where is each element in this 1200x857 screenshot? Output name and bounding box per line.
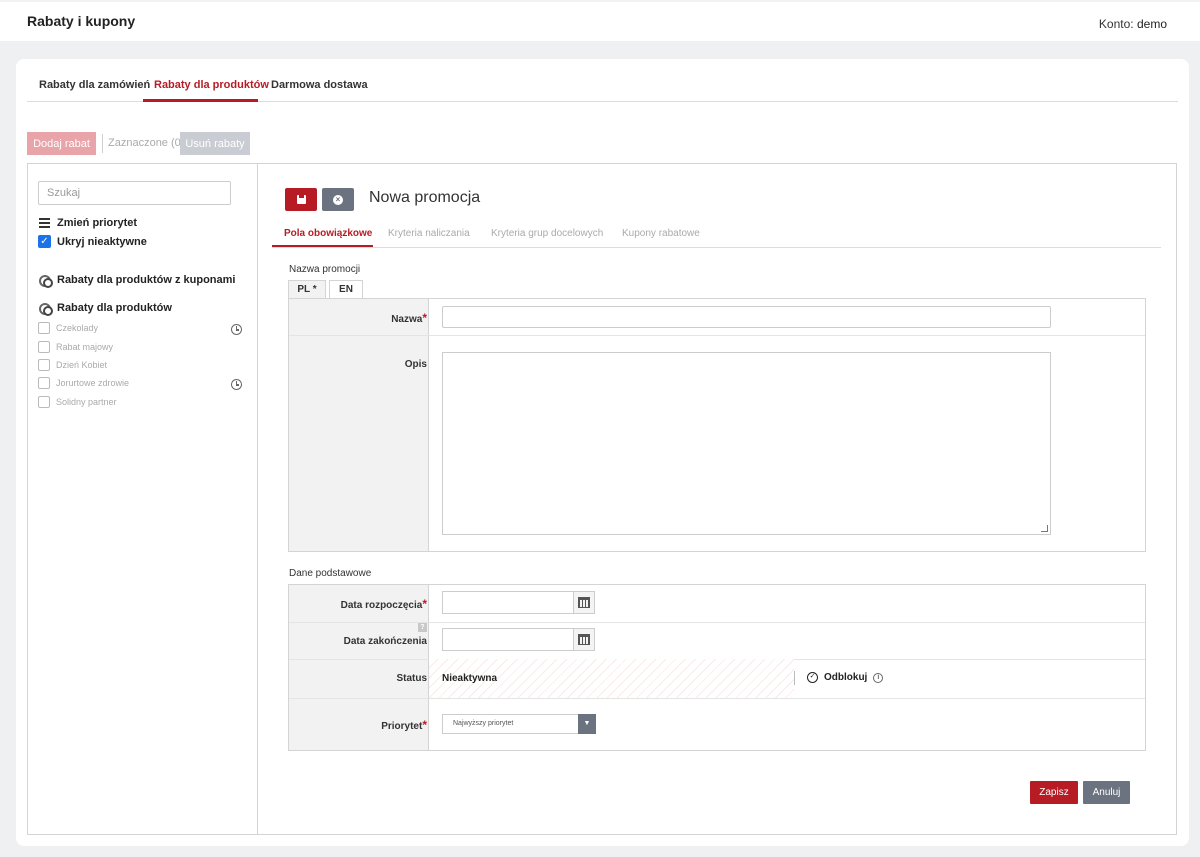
check-circle-icon: ✓ [807, 672, 818, 683]
info-icon[interactable]: i [873, 672, 884, 683]
item-label: Solidny partner [56, 397, 117, 407]
checkbox-checked-icon: ✓ [38, 235, 51, 248]
change-priority-button[interactable]: Zmień priorytet [38, 216, 137, 229]
item-label: Jorurtowe zdrowie [56, 378, 130, 388]
calendar-button[interactable] [573, 629, 594, 650]
row-divider [289, 698, 1145, 699]
tab-order-discounts[interactable]: Rabaty dla zamówień [39, 79, 150, 91]
remove-discounts-button[interactable]: Usuń rabaty [180, 132, 250, 155]
item-label: Dzień Kobiet [56, 360, 108, 370]
item-checkbox[interactable] [38, 396, 50, 408]
start-date-input[interactable] [442, 591, 595, 614]
description-label: Opis [404, 359, 427, 370]
tab-required-fields[interactable]: Pola obowiązkowe [284, 228, 372, 239]
name-label: Nazwa* [391, 311, 427, 325]
promotion-editor: × Nowa promocja Pola obowiązkowe Kryteri… [259, 164, 1176, 834]
search-input[interactable] [38, 181, 231, 205]
add-discount-button[interactable]: Dodaj rabat [27, 132, 96, 155]
name-input[interactable] [442, 306, 1051, 328]
group-product-discounts[interactable]: Rabaty dla produktów [38, 301, 172, 316]
active-tab-indicator [143, 99, 258, 102]
list-item[interactable]: Jorurtowe zdrowie [38, 377, 129, 389]
end-date-input[interactable] [442, 628, 595, 651]
floppy-disk-icon [296, 195, 306, 204]
clock-icon [231, 379, 242, 390]
save-button[interactable]: Zapisz [1030, 781, 1078, 804]
basic-data-form: Data rozpoczęcia* ? Data zakończenia Sta… [288, 584, 1146, 751]
priority-select[interactable]: Najwyższy priorytet ▼ [442, 714, 596, 734]
selected-count: Zaznaczone (0) [108, 137, 185, 149]
close-circle-icon: × [333, 194, 343, 205]
hide-inactive-checkbox[interactable]: ✓ Ukryj nieaktywne [38, 235, 147, 248]
account-info: Konto: demo [1099, 17, 1167, 31]
chevron-down-icon: ▼ [578, 714, 596, 734]
tab-free-shipping[interactable]: Darmowa dostawa [271, 79, 368, 91]
tab-product-discounts[interactable]: Rabaty dla produktów [154, 79, 269, 91]
lang-tab-en[interactable]: EN [329, 280, 363, 299]
calendar-icon [578, 597, 590, 608]
tab-calculation-criteria[interactable]: Kryteria naliczania [388, 228, 470, 239]
item-checkbox[interactable] [38, 377, 50, 389]
discount-panel: Zmień priorytet ✓ Ukryj nieaktywne Rabat… [27, 163, 1177, 835]
cancel-button[interactable]: Anuluj [1083, 781, 1130, 804]
list-item[interactable]: Rabat majowy [38, 341, 113, 353]
list-item[interactable]: Solidny partner [38, 396, 117, 408]
save-icon-button[interactable] [285, 188, 317, 211]
item-checkbox[interactable] [38, 322, 50, 334]
unlock-button[interactable]: ✓ Odblokuj i [807, 672, 884, 683]
name-form: Nazwa* Opis [288, 298, 1146, 552]
account-name[interactable]: demo [1137, 17, 1167, 31]
page-title: Rabaty i kupony [27, 13, 136, 29]
discount-tag-icon [38, 273, 53, 288]
discount-list-sidebar: Zmień priorytet ✓ Ukryj nieaktywne Rabat… [28, 164, 258, 834]
priority-label: Priorytet* [381, 718, 427, 732]
content-card: Rabaty dla zamówień Rabaty dla produktów… [16, 59, 1189, 846]
lang-tab-pl[interactable]: PL * [288, 280, 326, 299]
section-promotion-name: Nazwa promocji [289, 264, 361, 275]
active-subtab-indicator [272, 245, 373, 247]
calendar-button[interactable] [573, 592, 594, 613]
group-coupon-label: Rabaty dla produktów z kuponami [57, 273, 236, 286]
resize-handle-icon[interactable] [1041, 525, 1048, 532]
calendar-icon [578, 634, 590, 645]
main-tabs: Rabaty dla zamówień Rabaty dla produktów… [27, 59, 1178, 102]
list-icon [38, 216, 51, 229]
section-basic-data: Dane podstawowe [289, 568, 372, 579]
editor-tabs: Pola obowiązkowe Kryteria naliczania Kry… [272, 220, 1161, 248]
item-checkbox[interactable] [38, 359, 50, 371]
item-checkbox[interactable] [38, 341, 50, 353]
group-product-label: Rabaty dla produktów [57, 301, 172, 314]
list-item[interactable]: Czekolady [38, 322, 98, 334]
start-date-label: Data rozpoczęcia* [340, 597, 427, 611]
status-divider [794, 671, 795, 685]
description-textarea[interactable] [442, 352, 1051, 535]
top-bar: Rabaty i kupony Konto: demo [0, 0, 1200, 41]
toolbar-divider [102, 134, 103, 153]
change-priority-label: Zmień priorytet [57, 216, 138, 229]
status-label: Status [396, 673, 427, 684]
help-icon[interactable]: ? [418, 623, 427, 632]
close-icon-button[interactable]: × [322, 188, 354, 211]
account-label: Konto: [1098, 17, 1134, 31]
label-column [289, 299, 429, 551]
end-date-label: Data zakończenia [343, 636, 427, 647]
unlock-label: Odblokuj [824, 672, 868, 683]
promotion-title: Nowa promocja [369, 189, 481, 206]
discount-tag-icon [38, 301, 53, 316]
clock-icon [231, 324, 242, 335]
row-divider [289, 335, 1145, 336]
item-label: Czekolady [56, 323, 99, 333]
item-label: Rabat majowy [56, 342, 114, 352]
hide-inactive-label: Ukryj nieaktywne [57, 235, 147, 248]
list-item[interactable]: Dzień Kobiet [38, 359, 107, 371]
tab-target-group-criteria[interactable]: Kryteria grup docelowych [491, 228, 603, 239]
tab-discount-coupons[interactable]: Kupony rabatowe [622, 228, 700, 239]
status-value: Nieaktywna [442, 673, 498, 684]
group-coupon-discounts[interactable]: Rabaty dla produktów z kuponami [38, 273, 236, 288]
